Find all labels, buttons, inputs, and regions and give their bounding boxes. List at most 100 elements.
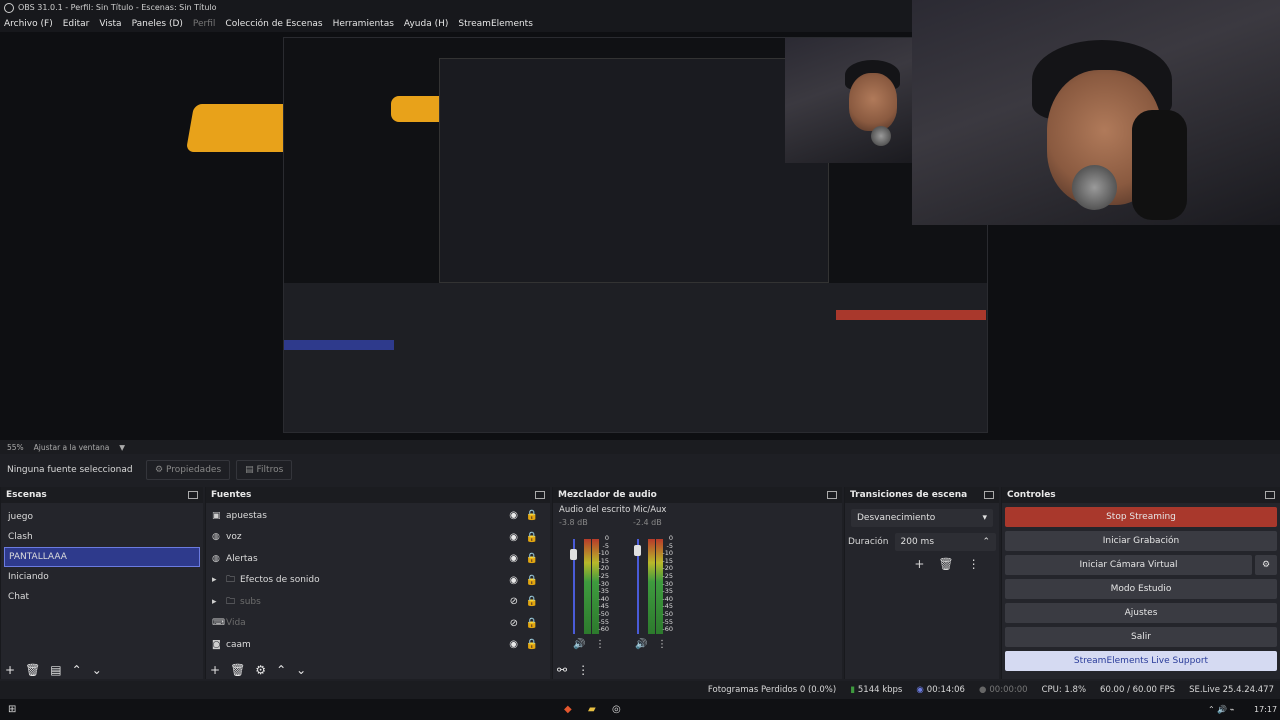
chevron-down-icon[interactable]: ▼ xyxy=(119,443,125,452)
gear-icon[interactable]: ⚙ xyxy=(1255,555,1277,575)
fit-mode[interactable]: Ajustar a la ventana xyxy=(34,443,110,452)
undock-icon[interactable] xyxy=(188,491,198,499)
lock-icon[interactable]: 🔒 xyxy=(526,553,538,564)
record-icon: ● xyxy=(978,685,987,695)
source-item[interactable]: ◍ voz ◉ 🔒 xyxy=(206,527,550,549)
filters-button[interactable]: ▤ Filtros xyxy=(236,460,293,480)
eye-icon[interactable]: ◉ xyxy=(509,553,518,564)
lock-icon[interactable]: 🔒 xyxy=(526,596,538,607)
fps: 60.00 / 60.00 FPS xyxy=(1100,685,1176,695)
lock-icon[interactable]: 🔒 xyxy=(526,639,538,650)
channel-db: -3.8 dB xyxy=(559,518,588,527)
stop-streaming-button[interactable]: Stop Streaming xyxy=(1005,507,1277,527)
virtual-camera-button[interactable]: Iniciar Cámara Virtual xyxy=(1005,555,1252,575)
lock-icon[interactable]: 🔒 xyxy=(526,575,538,586)
undock-icon[interactable] xyxy=(827,491,837,499)
source-item[interactable]: ◍ Alertas ◉ 🔒 xyxy=(206,548,550,570)
folder-icon: 🗀 xyxy=(226,575,236,586)
trash-icon[interactable]: 🗑 xyxy=(938,557,953,571)
menu-archivo[interactable]: Archivo (F) xyxy=(4,19,53,29)
duration-value: 200 ms xyxy=(900,537,935,547)
folder-icon: 🗀 xyxy=(226,596,236,607)
duration-input[interactable]: 200 ms ⌃ xyxy=(894,533,996,551)
db-tick: -60 xyxy=(598,625,609,634)
source-item[interactable]: ⌨ Vida ⊘ 🔒 xyxy=(206,613,550,635)
more-icon[interactable]: ⋮ xyxy=(577,663,589,677)
eye-off-icon[interactable]: ⊘ xyxy=(510,596,518,607)
trash-icon[interactable]: 🗑 xyxy=(230,663,245,677)
undock-icon[interactable] xyxy=(984,491,994,499)
add-icon[interactable]: + xyxy=(210,663,220,677)
chevron-up-icon[interactable]: ⌃ xyxy=(72,663,82,677)
transitions-header: Transiciones de escena xyxy=(845,487,999,503)
eye-icon[interactable]: ◉ xyxy=(509,510,518,521)
link-icon[interactable]: ⚯ xyxy=(557,663,567,677)
windows-start-icon[interactable]: ⊞ xyxy=(8,704,16,715)
lock-icon[interactable]: 🔒 xyxy=(526,510,538,521)
gear-icon[interactable]: ⚙ xyxy=(255,663,266,677)
obs-icon[interactable]: ◎ xyxy=(612,704,621,715)
add-icon[interactable]: + xyxy=(914,557,924,571)
menu-herramientas[interactable]: Herramientas xyxy=(333,19,394,29)
lock-icon[interactable]: 🔒 xyxy=(526,532,538,543)
exit-button[interactable]: Salir xyxy=(1005,627,1277,647)
preview-area[interactable] xyxy=(0,0,1280,440)
gear-icon: ⚙ xyxy=(155,465,166,475)
expand-icon[interactable]: ▸ xyxy=(212,597,224,607)
scene-item-selected[interactable]: PANTALLAAA xyxy=(4,547,200,567)
more-icon[interactable]: ⋮ xyxy=(657,639,667,650)
tray-icons[interactable]: ⌃ 🔊 ⌁ xyxy=(1208,705,1235,714)
fader-knob[interactable] xyxy=(570,549,577,560)
source-group[interactable]: ▸ 🗀 subs ⊘ 🔒 xyxy=(206,591,550,613)
chevron-down-icon[interactable]: ⌄ xyxy=(92,663,102,677)
transitions-dock: Transiciones de escena Desvanecimiento ▾ … xyxy=(844,487,999,679)
lock-icon[interactable]: 🔒 xyxy=(526,618,538,629)
expand-icon[interactable]: ▸ xyxy=(212,575,224,585)
eye-icon[interactable]: ◉ xyxy=(509,639,518,650)
menu-perfil[interactable]: Perfil xyxy=(193,19,216,29)
menu-editar[interactable]: Editar xyxy=(63,19,90,29)
stepper-icon[interactable]: ⌃ xyxy=(982,537,990,547)
cpu-usage: CPU: 1.8% xyxy=(1041,685,1087,695)
eye-off-icon[interactable]: ⊘ xyxy=(510,618,518,629)
menu-ayuda[interactable]: Ayuda (H) xyxy=(404,19,448,29)
speaker-icon[interactable]: 🔊 xyxy=(573,639,585,650)
menu-vista[interactable]: Vista xyxy=(99,19,121,29)
preview-status: 55% Ajustar a la ventana ▼ xyxy=(0,440,1280,454)
eye-icon[interactable]: ◉ xyxy=(509,532,518,543)
more-icon[interactable]: ⋮ xyxy=(595,639,605,650)
undock-icon[interactable] xyxy=(1265,491,1275,499)
more-icon[interactable]: ⋮ xyxy=(968,557,980,571)
source-item[interactable]: ◙ caam ◉ 🔒 xyxy=(206,634,550,656)
studio-mode-button[interactable]: Modo Estudio xyxy=(1005,579,1277,599)
properties-button[interactable]: ⚙ Propiedades xyxy=(146,460,231,480)
chevron-up-icon[interactable]: ⌃ xyxy=(276,663,286,677)
speaker-icon[interactable]: 🔊 xyxy=(635,639,647,650)
chevron-down-icon[interactable]: ⌄ xyxy=(296,663,306,677)
trash-icon[interactable]: 🗑 xyxy=(25,663,40,677)
channel-name: Mic/Aux xyxy=(633,505,667,515)
settings-button[interactable]: Ajustes xyxy=(1005,603,1277,623)
source-item[interactable]: ▣ apuestas ◉ 🔒 xyxy=(206,505,550,527)
scene-item[interactable]: Chat xyxy=(1,587,203,607)
transition-select[interactable]: Desvanecimiento ▾ xyxy=(851,509,993,527)
brave-icon[interactable]: ◆ xyxy=(564,704,572,715)
menu-paneles[interactable]: Paneles (D) xyxy=(132,19,183,29)
filter-icon[interactable]: ▤ xyxy=(50,663,61,677)
window-title: OBS 31.0.1 - Perfil: Sin Título - Escena… xyxy=(18,3,217,12)
start-recording-button[interactable]: Iniciar Grabación xyxy=(1005,531,1277,551)
eye-icon[interactable]: ◉ xyxy=(509,575,518,586)
scene-item[interactable]: juego xyxy=(1,507,203,527)
add-icon[interactable]: + xyxy=(5,663,15,677)
undock-icon[interactable] xyxy=(535,491,545,499)
scene-item[interactable]: Clash xyxy=(1,527,203,547)
fader-knob[interactable] xyxy=(634,545,641,556)
menu-coleccion[interactable]: Colección de Escenas xyxy=(225,19,322,29)
live-support-button[interactable]: StreamElements Live Support xyxy=(1005,651,1277,671)
source-group[interactable]: ▸ 🗀 Efectos de sonido ◉ 🔒 xyxy=(206,570,550,592)
sources-dock: Fuentes ▣ apuestas ◉ 🔒 ◍ voz ◉ 🔒 ◍ Alertas ◉ 🔒 ▸ 🗀… xyxy=(205,487,550,679)
menu-streamelements[interactable]: StreamElements xyxy=(458,19,533,29)
scene-item[interactable]: Iniciando xyxy=(1,567,203,587)
monitor-icon: ▣ xyxy=(212,510,221,521)
folder-icon[interactable]: ▰ xyxy=(588,704,596,715)
